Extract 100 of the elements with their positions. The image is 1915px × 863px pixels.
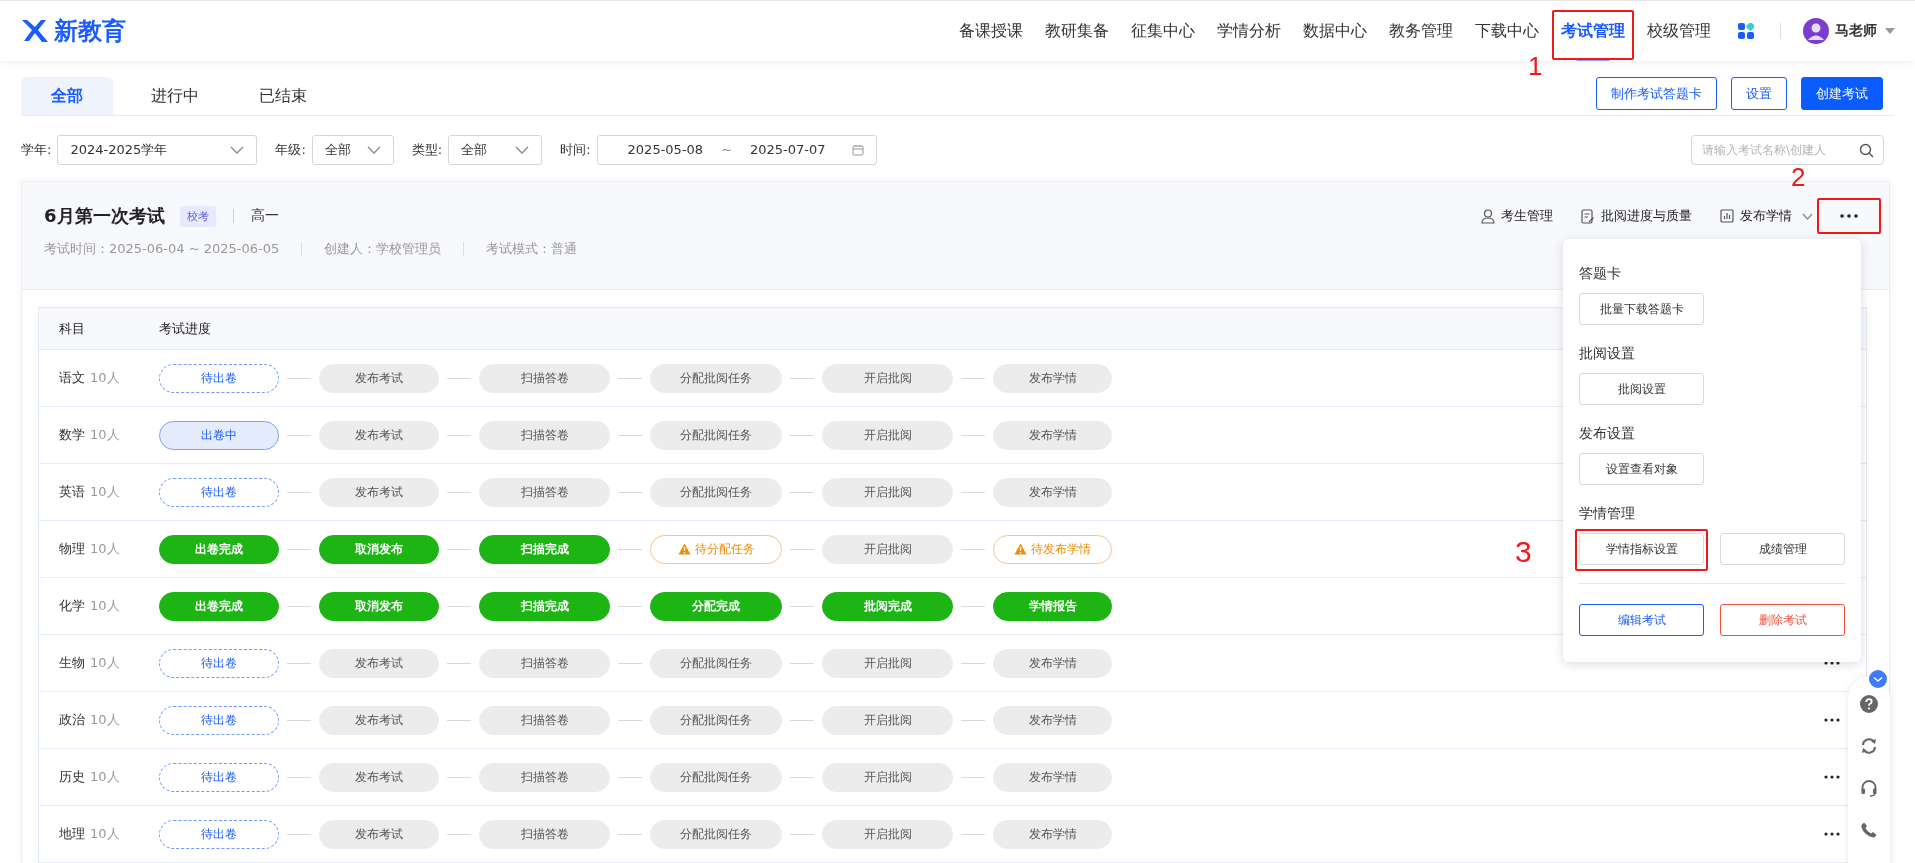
more-icon[interactable] bbox=[1824, 832, 1840, 836]
stage-pill[interactable]: 扫描答卷 bbox=[479, 477, 610, 507]
stage-pill[interactable]: 待出卷 bbox=[159, 477, 279, 507]
nav-item[interactable]: 教务管理 bbox=[1378, 1, 1464, 61]
nav-item[interactable]: 教研集备 bbox=[1034, 1, 1120, 61]
stage-pill[interactable]: 分配批阅任务 bbox=[650, 420, 782, 450]
stage-pill[interactable]: 发布考试 bbox=[319, 477, 439, 507]
toolbar-link[interactable]: 发布学情 bbox=[1720, 207, 1813, 225]
stage-pill[interactable]: 待出卷 bbox=[159, 705, 279, 735]
chevron-down-icon[interactable] bbox=[366, 145, 381, 154]
avatar-icon[interactable] bbox=[1803, 18, 1829, 44]
subject-name: 英语 bbox=[59, 483, 85, 501]
menu-button[interactable]: 批阅设置 bbox=[1579, 373, 1704, 405]
subject-name: 地理 bbox=[59, 825, 85, 843]
stage-pill[interactable]: 扫描答卷 bbox=[479, 762, 610, 792]
nav-item[interactable]: 考试管理 bbox=[1550, 1, 1636, 61]
stage-pill[interactable]: 发布考试 bbox=[319, 819, 439, 849]
menu-button[interactable]: 批量下载答题卡 bbox=[1579, 293, 1704, 325]
toolbar-link[interactable]: 考生管理 bbox=[1481, 207, 1553, 225]
subject-name: 数学 bbox=[59, 426, 85, 444]
subject-name: 生物 bbox=[59, 654, 85, 672]
stage-pill[interactable]: 开启批阅 bbox=[822, 477, 953, 507]
more-icon[interactable] bbox=[1824, 775, 1840, 779]
menu-button[interactable]: 编辑考试 bbox=[1579, 604, 1704, 636]
stage-pill[interactable]: 开启批阅 bbox=[822, 420, 953, 450]
stage-pill[interactable]: 发布学情 bbox=[993, 420, 1112, 450]
stage-pill[interactable]: 扫描答卷 bbox=[479, 420, 610, 450]
stage-pill[interactable]: 分配批阅任务 bbox=[650, 705, 782, 735]
nav-item[interactable]: 学情分析 bbox=[1206, 1, 1292, 61]
stage-pill[interactable]: 发布学情 bbox=[993, 705, 1112, 735]
menu-button[interactable]: 设置查看对象 bbox=[1579, 453, 1704, 485]
stage-pill[interactable]: 开启批阅 bbox=[822, 705, 953, 735]
menu-button[interactable]: 成绩管理 bbox=[1720, 533, 1845, 565]
stage-pill[interactable]: 待出卷 bbox=[159, 648, 279, 678]
stage-pill[interactable]: 发布考试 bbox=[319, 705, 439, 735]
caret-icon[interactable] bbox=[1885, 28, 1895, 34]
select-field[interactable]: 全部 bbox=[311, 134, 394, 165]
stage-pill[interactable]: 发布学情 bbox=[993, 477, 1112, 507]
stage-pill[interactable]: 发布学情 bbox=[993, 363, 1112, 393]
stage-pill[interactable]: 待出卷 bbox=[159, 762, 279, 792]
stage-pill[interactable]: 分配批阅任务 bbox=[650, 762, 782, 792]
stage-pill[interactable]: 出卷中 bbox=[159, 420, 279, 450]
date-range-field[interactable]: 2025-05-08 ~ 2025-07-07 bbox=[596, 134, 877, 165]
search-icon[interactable] bbox=[1859, 142, 1874, 158]
chart-icon bbox=[1720, 209, 1734, 223]
refresh-icon[interactable] bbox=[1860, 737, 1878, 755]
phone-icon[interactable] bbox=[1860, 821, 1878, 839]
stage-pill[interactable]: 待出卷 bbox=[159, 819, 279, 849]
stage-pill[interactable]: 扫描答卷 bbox=[479, 705, 610, 735]
tab[interactable]: 全部 bbox=[21, 77, 113, 115]
stage-pill[interactable]: 分配批阅任务 bbox=[650, 819, 782, 849]
nav-item[interactable]: 备课授课 bbox=[948, 1, 1034, 61]
action-button[interactable]: 制作考试答题卡 bbox=[1596, 77, 1717, 110]
warning-icon bbox=[677, 543, 691, 555]
stage-pill[interactable]: 发布学情 bbox=[993, 648, 1112, 678]
menu-button[interactable]: 删除考试 bbox=[1720, 604, 1845, 636]
exam-tag: 校考 bbox=[179, 205, 216, 227]
stage-pill[interactable]: 分配批阅任务 bbox=[650, 477, 782, 507]
stage-pill[interactable]: 发布学情 bbox=[993, 819, 1112, 849]
apps-icon[interactable] bbox=[1738, 23, 1754, 39]
chevron-down-icon[interactable] bbox=[230, 145, 245, 154]
more-icon[interactable] bbox=[1824, 718, 1840, 722]
nav-item[interactable]: 校级管理 bbox=[1636, 1, 1722, 61]
student-count: 10人 bbox=[90, 597, 120, 615]
help-icon[interactable] bbox=[1860, 695, 1878, 713]
stage-pill[interactable]: 待出卷 bbox=[159, 363, 279, 393]
user-name[interactable]: 马老师 bbox=[1835, 22, 1877, 40]
stage-pill[interactable]: 开启批阅 bbox=[822, 648, 953, 678]
nav-item[interactable]: 征集中心 bbox=[1120, 1, 1206, 61]
stage-pill[interactable]: 发布考试 bbox=[319, 762, 439, 792]
stage-pill[interactable]: 分配批阅任务 bbox=[650, 363, 782, 393]
stage-pill[interactable]: 发布学情 bbox=[993, 762, 1112, 792]
tab[interactable]: 进行中 bbox=[129, 77, 221, 115]
subject-name: 历史 bbox=[59, 768, 85, 786]
headset-icon[interactable] bbox=[1860, 779, 1878, 797]
stage-pill[interactable]: 扫描答卷 bbox=[479, 648, 610, 678]
stage-pill[interactable]: 扫描答卷 bbox=[479, 363, 610, 393]
chevron-down-icon[interactable] bbox=[515, 145, 530, 154]
column-header: 考试进度 bbox=[159, 319, 211, 338]
tab[interactable]: 已结束 bbox=[237, 77, 329, 115]
more-icon[interactable] bbox=[1840, 214, 1858, 218]
collapse-icon[interactable] bbox=[1869, 670, 1887, 688]
stage-pill[interactable]: 开启批阅 bbox=[822, 819, 953, 849]
toolbar-link[interactable]: 批阅进度与质量 bbox=[1581, 207, 1692, 225]
stage-pill[interactable]: 开启批阅 bbox=[822, 762, 953, 792]
stage-pill[interactable]: 扫描答卷 bbox=[479, 819, 610, 849]
select-field[interactable]: 2024-2025学年 bbox=[57, 134, 258, 165]
grade-text: 高一 bbox=[250, 207, 279, 225]
search-field[interactable]: 请输入考试名称\创建人 bbox=[1691, 134, 1884, 165]
stage-pill[interactable]: 开启批阅 bbox=[822, 534, 953, 564]
stage-pill[interactable]: 发布考试 bbox=[319, 648, 439, 678]
nav-item[interactable]: 数据中心 bbox=[1292, 1, 1378, 61]
action-button[interactable]: 创建考试 bbox=[1801, 77, 1883, 110]
stage-pill[interactable]: 分配批阅任务 bbox=[650, 648, 782, 678]
menu-button[interactable]: 学情指标设置 bbox=[1579, 533, 1704, 565]
stage-pill[interactable]: 开启批阅 bbox=[822, 363, 953, 393]
action-button[interactable]: 设置 bbox=[1731, 77, 1787, 110]
stage-pill[interactable]: 发布考试 bbox=[319, 363, 439, 393]
select-field[interactable]: 全部 bbox=[448, 134, 543, 165]
stage-pill[interactable]: 发布考试 bbox=[319, 420, 439, 450]
